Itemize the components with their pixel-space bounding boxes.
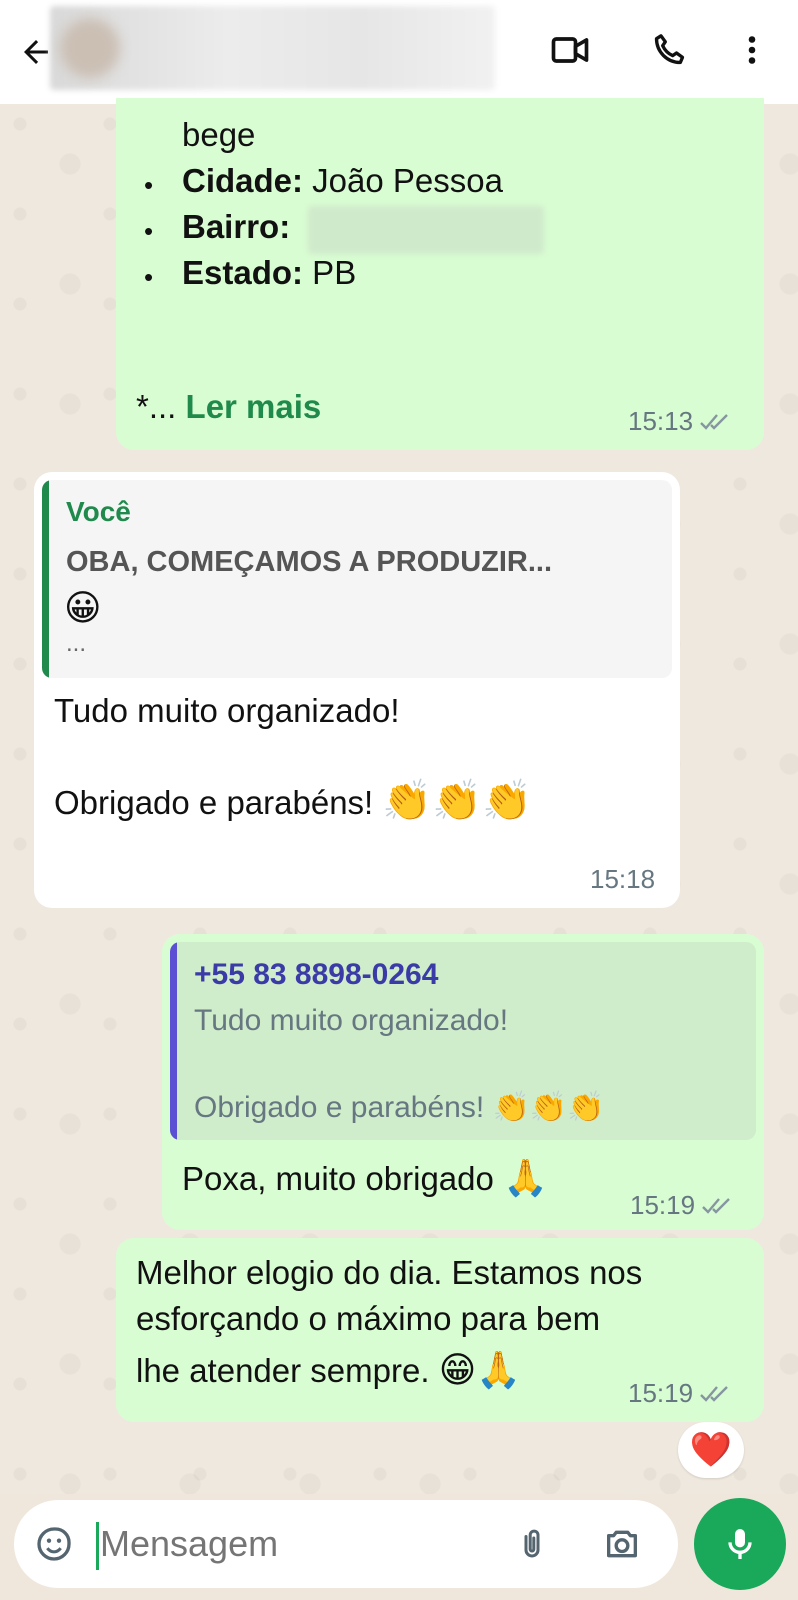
clapping-hands-emoji: 👏👏👏 (492, 1090, 605, 1125)
read-more-link[interactable]: Ler mais (186, 388, 322, 425)
message-composer (14, 1500, 678, 1588)
message-outgoing-1[interactable]: bege • Cidade: João Pessoa • Bairro: • E… (116, 98, 764, 450)
quote-author: Você (66, 496, 131, 527)
phone-icon (654, 34, 685, 65)
message-time: 15:19 (628, 1378, 733, 1409)
quote-author: +55 83 8898-0264 (194, 958, 439, 991)
quote-accent-bar (170, 942, 177, 1140)
quoted-message[interactable]: +55 83 8898-0264 Tudo muito organizado! … (170, 942, 756, 1140)
camera-button[interactable] (600, 1522, 644, 1566)
message-incoming-1[interactable]: Você OBA, COMEÇAMOS A PRODUZIR... 😀 ... … (34, 472, 680, 908)
message-input[interactable] (100, 1514, 500, 1574)
paperclip-icon (524, 1529, 540, 1558)
quoted-message[interactable]: Você OBA, COMEÇAMOS A PRODUZIR... 😀 ... (42, 480, 672, 678)
list-item-state: Estado: PB (182, 254, 357, 291)
list-item-city: Cidade: João Pessoa (182, 162, 503, 199)
camera-icon (607, 1530, 637, 1558)
bullet: • (144, 170, 154, 200)
redacted-text (308, 206, 544, 254)
message-text: Poxa, muito obrigado 🙏 (182, 1158, 548, 1199)
grinning-folded-hands-emoji: 😁🙏 (438, 1350, 522, 1391)
quote-text: OBA, COMEÇAMOS A PRODUZIR... (66, 546, 553, 578)
folded-hands-emoji: 🙏 (503, 1158, 548, 1199)
sticker-icon (37, 1527, 71, 1561)
sticker-button[interactable] (32, 1522, 76, 1566)
message-text: lhe atender sempre. 😁🙏 (136, 1350, 522, 1391)
overflow-menu-button[interactable] (728, 26, 776, 74)
message-outgoing-2[interactable]: +55 83 8898-0264 Tudo muito organizado! … (162, 934, 764, 1230)
more-vert-icon (748, 36, 756, 64)
double-check-icon (702, 1197, 730, 1214)
voice-record-button[interactable] (694, 1498, 786, 1590)
voice-call-button[interactable] (646, 26, 694, 74)
clapping-hands-emoji: 👏👏👏 (382, 778, 532, 824)
message-text: esforçando o máximo para bem (136, 1300, 601, 1337)
read-more: *... Ler mais (136, 388, 322, 425)
message-text: Obrigado e parabéns! 👏👏👏 (54, 778, 532, 824)
quote-more: ... (66, 630, 87, 657)
reaction-heart[interactable]: ❤️ (678, 1422, 744, 1478)
message-text: bege (182, 116, 256, 153)
arrow-left-icon (24, 40, 48, 64)
video-camera-icon (551, 37, 589, 63)
video-call-button[interactable] (546, 26, 594, 74)
microphone-icon (728, 1529, 752, 1559)
double-check-icon (700, 1385, 728, 1402)
message-text: Melhor elogio do dia. Estamos nos (136, 1254, 643, 1291)
message-time: 15:13 (628, 406, 733, 437)
quote-text: Tudo muito organizado! (194, 1004, 509, 1037)
chat-header (0, 0, 798, 104)
message-outgoing-3[interactable]: Melhor elogio do dia. Estamos nos esforç… (116, 1238, 764, 1422)
message-text: Tudo muito organizado! (54, 692, 400, 729)
heart-emoji: ❤️ (689, 1430, 733, 1470)
avatar[interactable] (60, 18, 120, 78)
quote-accent-bar (42, 480, 49, 678)
message-time: 15:19 (630, 1190, 735, 1221)
quote-emoji: 😀 (64, 588, 102, 629)
list-item-neighborhood: Bairro: (182, 208, 291, 245)
quote-text: Obrigado e parabéns! 👏👏👏 (194, 1090, 605, 1125)
attach-button[interactable] (510, 1522, 554, 1566)
double-check-icon (700, 413, 728, 430)
bullet: • (144, 216, 154, 246)
bullet: • (144, 262, 154, 292)
text-cursor (96, 1522, 99, 1570)
message-time: 15:18 (590, 864, 656, 894)
